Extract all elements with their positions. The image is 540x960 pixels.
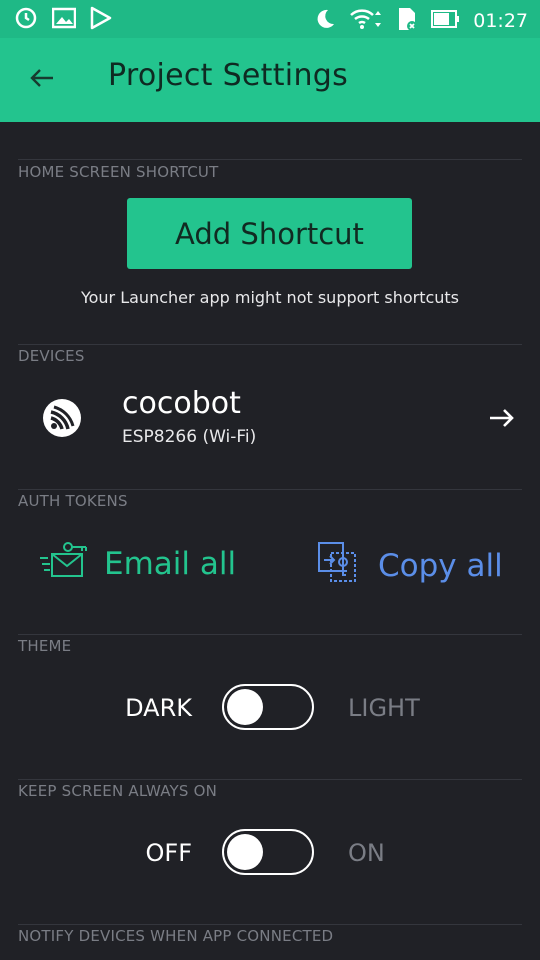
page-title: Project Settings [108,58,349,93]
keep-screen-toggle-row: OFF ON [0,829,540,879]
shortcut-note: Your Launcher app might not support shor… [80,288,460,307]
section-label-theme: THEME [18,637,72,655]
copy-all-button[interactable]: Copy all [316,540,503,592]
arrow-left-icon [29,68,55,92]
keep-screen-switch[interactable] [222,829,314,875]
section-divider [18,344,522,345]
section-divider [18,634,522,635]
status-bar-right: 01:27 [313,6,528,36]
back-button[interactable] [22,60,62,100]
device-type: ESP8266 (Wi-Fi) [122,427,257,447]
copy-all-label: Copy all [378,548,503,584]
status-time: 01:27 [473,10,528,32]
theme-light-label: LIGHT [348,694,420,722]
espressif-icon [42,398,82,438]
image-icon [51,7,77,33]
sync-icon [14,6,38,34]
add-shortcut-button[interactable]: Add Shortcut [127,198,412,269]
keep-screen-on-label: ON [348,839,385,867]
app-bar: Project Settings [0,38,540,122]
status-bar-left [14,6,112,34]
email-all-button[interactable]: Email all [38,540,236,588]
status-bar: 01:27 [0,0,540,38]
moon-icon [313,7,337,35]
section-divider [18,779,522,780]
switch-knob [227,834,263,870]
section-label-home-shortcut: HOME SCREEN SHORTCUT [18,163,219,181]
sd-card-icon [395,6,419,36]
device-name: cocobot [122,386,241,421]
section-divider [18,159,522,160]
copy-key-icon [316,540,360,592]
section-label-devices: DEVICES [18,347,85,365]
section-divider [18,489,522,490]
section-label-keep-screen-on: KEEP SCREEN ALWAYS ON [18,782,217,800]
battery-icon [431,9,461,33]
email-all-label: Email all [104,546,237,582]
theme-switch[interactable] [222,684,314,730]
theme-dark-label: DARK [125,694,192,722]
section-label-notify-devices: NOTIFY DEVICES WHEN APP CONNECTED [18,927,334,945]
wifi-icon [349,7,383,35]
arrow-right-icon[interactable] [486,402,518,434]
keep-screen-off-label: OFF [145,839,193,867]
section-divider [18,924,522,925]
play-store-icon [90,6,112,34]
email-key-icon [38,540,90,588]
theme-toggle-row: DARK LIGHT [0,684,540,734]
section-label-auth-tokens: AUTH TOKENS [18,492,128,510]
switch-knob [227,689,263,725]
